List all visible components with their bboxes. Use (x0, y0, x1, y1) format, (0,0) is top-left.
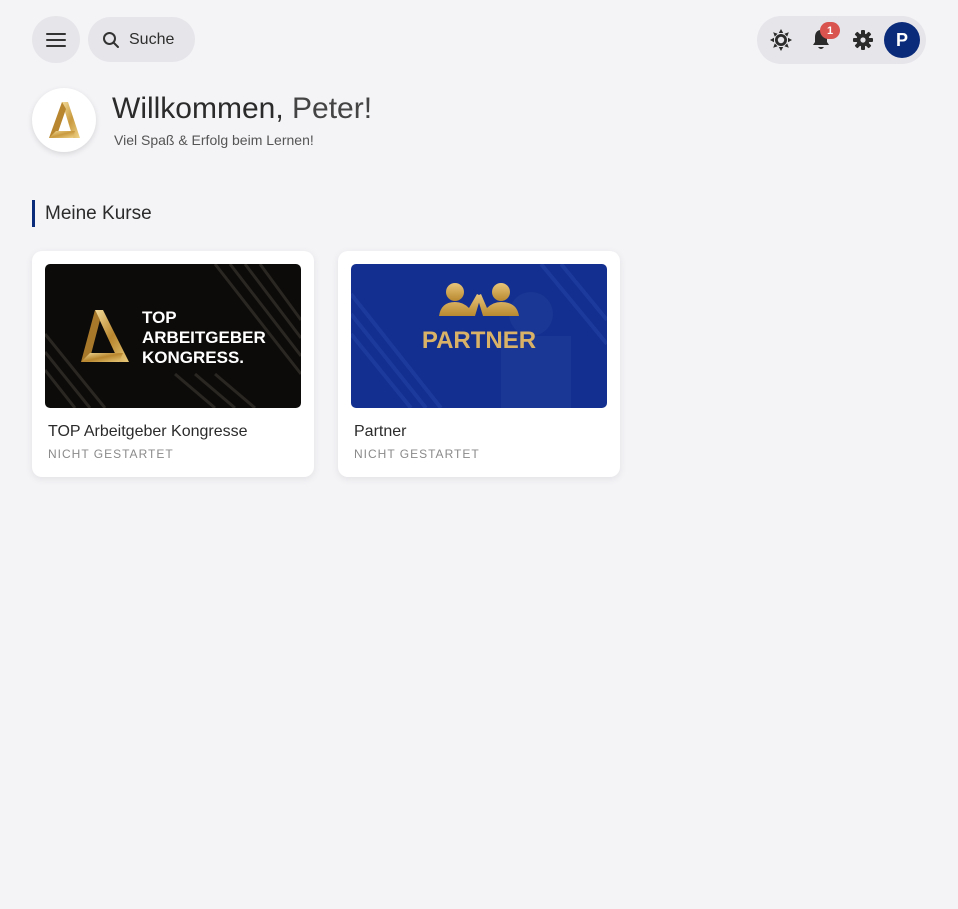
theme-toggle-button[interactable] (769, 28, 793, 52)
top-toolbar: 1 P (757, 16, 926, 64)
gear-icon (853, 30, 873, 50)
course-thumbnail-text: PARTNER (421, 327, 537, 354)
notification-badge: 1 (820, 22, 840, 39)
course-card-partner[interactable]: PARTNER Partner NICHT GESTARTET (338, 251, 620, 477)
course-thumbnail: PARTNER (351, 264, 607, 408)
user-avatar[interactable]: P (884, 22, 920, 58)
thumb-line-2: ARBEITGEBER (142, 328, 266, 347)
course-card-top-arbeitgeber[interactable]: TOP ARBEITGEBER KONGRESS. TOP Arbeitgebe… (32, 251, 314, 477)
welcome-name: Peter! (292, 92, 373, 125)
brand-logo (32, 88, 96, 152)
thumb-line-3: KONGRESS. (142, 348, 245, 367)
welcome-greeting: Willkommen, (112, 92, 284, 125)
search-label: Suche (129, 30, 175, 48)
course-thumbnail: TOP ARBEITGEBER KONGRESS. (45, 264, 301, 408)
sun-icon (770, 29, 792, 51)
hamburger-menu-icon (46, 32, 66, 47)
course-title: Partner (354, 423, 407, 440)
thumb-line-1: TOP (142, 308, 177, 327)
search-button[interactable]: Suche (88, 17, 195, 62)
welcome-subtitle: Viel Spaß & Erfolg beim Lernen! (114, 132, 314, 148)
course-thumbnail-text: TOP ARBEITGEBER KONGRESS. (142, 308, 266, 368)
section-title: Meine Kurse (45, 203, 152, 224)
course-status: NICHT GESTARTET (354, 447, 480, 461)
settings-button[interactable] (851, 28, 875, 52)
search-icon (103, 31, 119, 48)
course-title: TOP Arbeitgeber Kongresse (48, 423, 248, 440)
course-status: NICHT GESTARTET (48, 447, 174, 461)
menu-button[interactable] (32, 16, 80, 63)
welcome-heading: Willkommen, Peter! (112, 92, 372, 126)
section-accent-bar (32, 200, 35, 227)
logo-a-icon (49, 102, 80, 138)
